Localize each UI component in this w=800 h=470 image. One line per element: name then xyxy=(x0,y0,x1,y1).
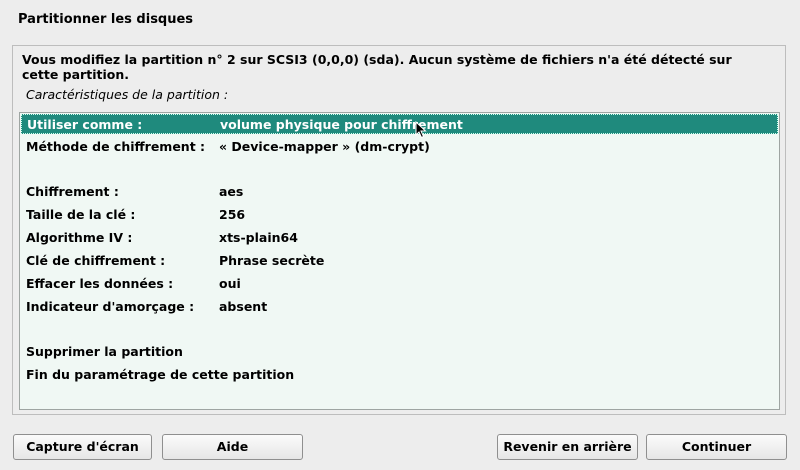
list-item-key-size[interactable]: Taille de la clé : 256 xyxy=(21,205,778,225)
list-item-iv-algorithm[interactable]: Algorithme IV : xts-plain64 xyxy=(21,228,778,248)
setting-value: oui xyxy=(219,276,241,291)
setting-value: aes xyxy=(219,184,244,199)
list-item-encryption-method[interactable]: Méthode de chiffrement : « Device-mapper… xyxy=(21,137,778,157)
setting-value: 256 xyxy=(219,207,246,222)
partition-characteristics-label: Caractéristiques de la partition : xyxy=(26,87,229,102)
setting-key: Taille de la clé : xyxy=(26,207,136,222)
partition-description: Vous modifiez la partition n° 2 sur SCSI… xyxy=(22,52,732,82)
help-button[interactable]: Aide xyxy=(162,434,303,460)
action-label: Supprimer la partition xyxy=(26,344,183,359)
setting-key: Utiliser comme : xyxy=(27,117,143,132)
go-back-button[interactable]: Revenir en arrière xyxy=(497,434,638,460)
setting-value: absent xyxy=(219,299,268,314)
setting-key: Méthode de chiffrement : xyxy=(26,139,206,154)
list-item-cipher[interactable]: Chiffrement : aes xyxy=(21,182,778,202)
setting-key: Clé de chiffrement : xyxy=(26,253,166,268)
partition-settings-list[interactable]: Utiliser comme : volume physique pour ch… xyxy=(19,112,780,410)
setting-value: « Device-mapper » (dm-crypt) xyxy=(219,139,430,154)
list-item-encryption-key[interactable]: Clé de chiffrement : Phrase secrète xyxy=(21,251,778,271)
partition-settings-panel: Vous modifiez la partition n° 2 sur SCSI… xyxy=(12,45,786,415)
list-item-delete-partition[interactable]: Supprimer la partition xyxy=(21,342,778,362)
setting-value: Phrase secrète xyxy=(219,253,325,268)
setting-value: xts-plain64 xyxy=(219,230,298,245)
continue-button[interactable]: Continuer xyxy=(646,434,787,460)
setting-key: Algorithme IV : xyxy=(26,230,133,245)
screenshot-button[interactable]: Capture d'écran xyxy=(13,434,152,460)
list-item-bootable-flag[interactable]: Indicateur d'amorçage : absent xyxy=(21,297,778,317)
setting-key: Chiffrement : xyxy=(26,184,119,199)
mouse-pointer-icon xyxy=(415,121,427,139)
list-item-erase-data[interactable]: Effacer les données : oui xyxy=(21,274,778,294)
list-item-finish-setup[interactable]: Fin du paramétrage de cette partition xyxy=(21,365,778,385)
action-label: Fin du paramétrage de cette partition xyxy=(26,367,295,382)
setting-key: Indicateur d'amorçage : xyxy=(26,299,195,314)
window-title: Partitionner les disques xyxy=(18,12,194,27)
list-item-use-as[interactable]: Utiliser comme : volume physique pour ch… xyxy=(21,114,778,134)
setting-key: Effacer les données : xyxy=(26,276,174,291)
